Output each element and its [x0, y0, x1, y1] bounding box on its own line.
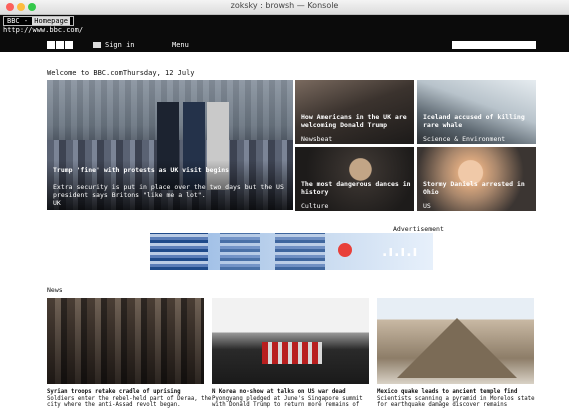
lead-story-summary: Extra security is put in place over the …: [53, 183, 284, 199]
story-image: [417, 147, 536, 211]
news-item: N Korea no-show at talks on US war dead …: [212, 389, 377, 409]
news-headline[interactable]: N Korea no-show at talks on US war dead: [212, 389, 377, 396]
story-title[interactable]: The most dangerous dances in history: [301, 180, 411, 196]
news-image[interactable]: [47, 298, 204, 384]
lead-story[interactable]: Trump 'fine' with protests as UK visit b…: [47, 80, 293, 210]
sign-in-link[interactable]: Sign in: [93, 41, 135, 49]
news-image[interactable]: [377, 298, 534, 384]
story-tag[interactable]: US: [423, 202, 431, 211]
ad-logo: [338, 243, 352, 257]
user-icon: [93, 42, 101, 48]
news-item: Syrian troops retake cradle of uprising …: [47, 389, 212, 409]
search-input[interactable]: [452, 41, 528, 49]
news-summary: Scientists scanning a pyramid in Morelos…: [377, 395, 535, 409]
story-tag[interactable]: Culture: [301, 202, 328, 211]
news-summary: Soldiers enter the rebel-held part of De…: [47, 395, 212, 409]
news-summary: Pyongyang pledged at June's Singapore su…: [212, 395, 363, 409]
tab-title: Homepage: [32, 17, 71, 25]
story-title[interactable]: Stormy Daniels arrested in Ohio: [423, 180, 533, 196]
window-title: zoksky : browsh — Konsole: [230, 1, 339, 10]
menu-link[interactable]: Menu: [172, 41, 189, 49]
story-tile[interactable]: How Americans in the UK are welcoming Do…: [295, 80, 414, 144]
story-tile[interactable]: The most dangerous dances in history Cul…: [295, 147, 414, 211]
welcome-date: Thursday, 12 July: [122, 69, 195, 77]
window-titlebar: zoksky : browsh — Konsole: [0, 0, 569, 15]
ad-graphic: .ı.ı.ı: [382, 244, 419, 260]
story-tag[interactable]: Newsbeat: [301, 135, 332, 144]
lead-story-title[interactable]: Trump 'fine' with protests as UK visit b…: [53, 166, 289, 175]
ad-label: Advertisement: [393, 225, 444, 233]
news-item: Mexico quake leads to ancient temple fin…: [377, 389, 537, 409]
bbc-nav-bar: Sign in Menu: [0, 37, 569, 52]
story-title[interactable]: Iceland accused of killing rare whale: [423, 113, 533, 129]
story-title[interactable]: How Americans in the UK are welcoming Do…: [301, 113, 411, 129]
sign-in-label: Sign in: [105, 41, 135, 49]
terminal-header: BBC - Homepage http://www.bbc.com/: [0, 15, 569, 37]
welcome-heading: Welcome to BBC.comThursday, 12 July: [47, 69, 195, 77]
ad-banner[interactable]: .ı.ı.ı: [150, 233, 433, 270]
url-bar[interactable]: http://www.bbc.com/: [3, 26, 83, 34]
news-headline[interactable]: Syrian troops retake cradle of uprising: [47, 389, 212, 396]
news-section-label: News: [47, 286, 63, 294]
story-tile[interactable]: Iceland accused of killing rare whale Sc…: [417, 80, 536, 144]
welcome-text: Welcome to BBC.com: [47, 69, 123, 77]
bbc-logo[interactable]: [47, 41, 74, 51]
story-tile[interactable]: Stormy Daniels arrested in Ohio US: [417, 147, 536, 211]
browser-tab[interactable]: BBC - Homepage: [3, 16, 75, 26]
news-image[interactable]: [212, 298, 369, 384]
search-icon[interactable]: [528, 41, 536, 49]
tab-prefix: BBC -: [7, 17, 33, 25]
story-tag[interactable]: Science & Environment: [423, 135, 505, 144]
news-headline[interactable]: Mexico quake leads to ancient temple fin…: [377, 389, 537, 396]
lead-story-tag[interactable]: UK: [53, 199, 61, 208]
